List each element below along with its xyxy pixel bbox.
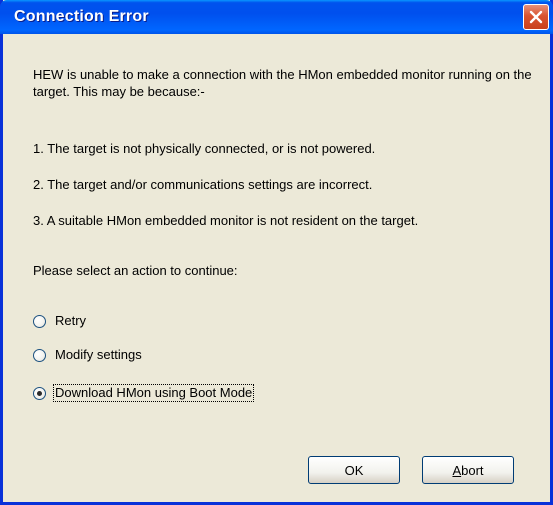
radio-download-hmon[interactable] bbox=[33, 386, 46, 400]
ok-button[interactable]: OK bbox=[308, 456, 400, 484]
radio-retry[interactable] bbox=[33, 314, 46, 328]
dialog-content: HEW is unable to make a connection with … bbox=[3, 34, 550, 502]
option-retry-label[interactable]: Retry bbox=[54, 313, 87, 329]
reason-2: 2. The target and/or communications sett… bbox=[33, 177, 373, 192]
close-icon bbox=[529, 10, 543, 24]
option-modify-settings-label[interactable]: Modify settings bbox=[54, 347, 143, 363]
intro-message: HEW is unable to make a connection with … bbox=[33, 67, 532, 99]
option-retry[interactable]: Retry bbox=[33, 312, 87, 330]
title-bar[interactable]: Connection Error bbox=[0, 0, 553, 34]
radio-selected-dot bbox=[37, 390, 42, 396]
abort-mnemonic: A bbox=[452, 462, 462, 478]
reason-1: 1. The target is not physically connecte… bbox=[33, 141, 376, 156]
reason-3: 3. A suitable HMon embedded monitor is n… bbox=[33, 213, 419, 228]
connection-error-dialog: Connection Error HEW is unable to make a… bbox=[0, 0, 553, 505]
option-download-hmon[interactable]: Download HMon using Boot Mode bbox=[33, 384, 255, 402]
close-button[interactable] bbox=[523, 4, 549, 30]
radio-modify-settings[interactable] bbox=[33, 348, 46, 362]
option-modify-settings[interactable]: Modify settings bbox=[33, 346, 143, 364]
option-download-hmon-label[interactable]: Download HMon using Boot Mode bbox=[52, 384, 255, 402]
abort-button[interactable]: Abort bbox=[422, 456, 514, 484]
abort-label-rest: bort bbox=[461, 462, 484, 478]
dialog-title: Connection Error bbox=[14, 8, 149, 25]
action-prompt: Please select an action to continue: bbox=[33, 263, 238, 278]
